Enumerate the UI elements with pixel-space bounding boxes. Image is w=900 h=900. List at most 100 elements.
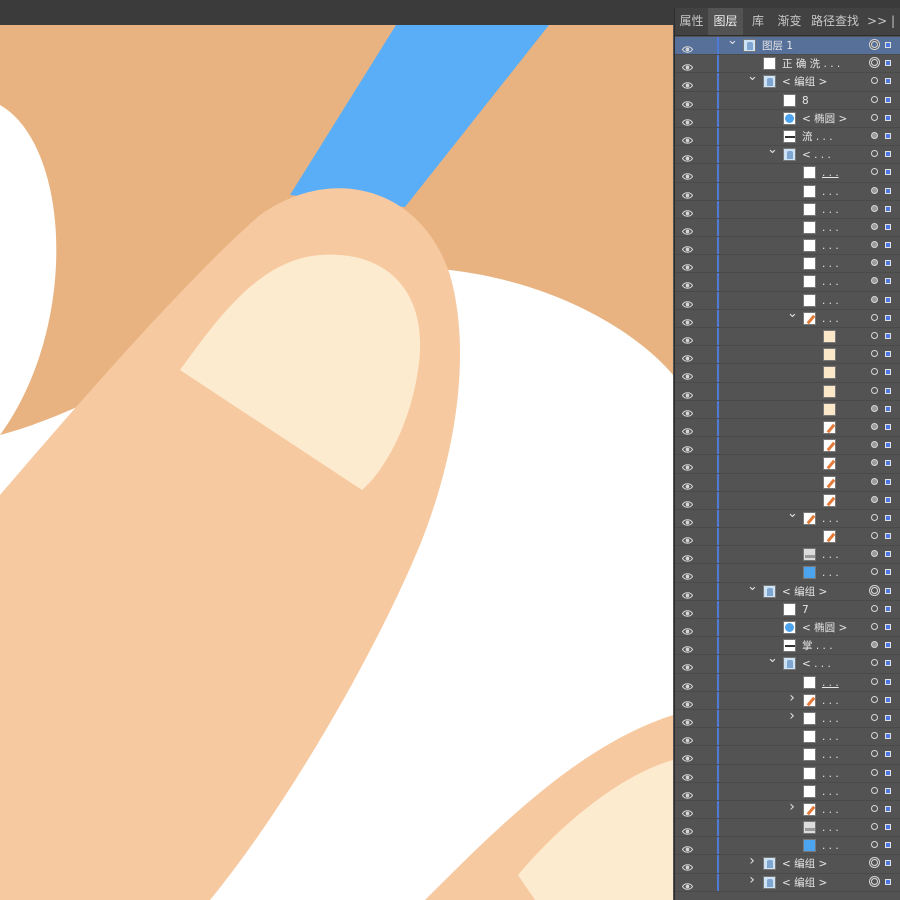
- selection-square-icon[interactable]: [885, 624, 891, 630]
- target-circle-icon[interactable]: [871, 186, 878, 194]
- visibility-eye-icon[interactable]: [681, 549, 694, 563]
- visibility-eye-icon[interactable]: [681, 276, 694, 290]
- layer-name[interactable]: . . .: [822, 837, 839, 855]
- visibility-eye-icon[interactable]: [681, 858, 694, 872]
- target-circle-icon[interactable]: [871, 241, 878, 249]
- layer-name[interactable]: . . .: [822, 164, 839, 182]
- selection-square-icon[interactable]: [885, 696, 891, 703]
- selection-square-icon[interactable]: [885, 769, 891, 776]
- expand-chevron-icon[interactable]: ›: [747, 873, 757, 887]
- layer-row[interactable]: . . .: [675, 273, 900, 292]
- tab-pathfinder[interactable]: 路径查找器: [806, 8, 864, 35]
- visibility-eye-icon[interactable]: [681, 113, 694, 126]
- layer-name[interactable]: . . .: [822, 765, 839, 783]
- layer-name[interactable]: . . .: [822, 746, 839, 764]
- layer-row[interactable]: . . .: [675, 673, 900, 692]
- selection-square-icon[interactable]: [885, 42, 891, 48]
- selection-square-icon[interactable]: [885, 533, 891, 540]
- target-circle-icon[interactable]: [871, 532, 878, 540]
- visibility-eye-icon[interactable]: [681, 204, 694, 217]
- collapse-chevron-icon[interactable]: ⌄: [767, 143, 778, 156]
- layer-name[interactable]: . . .: [822, 692, 839, 710]
- target-circle-icon[interactable]: [871, 768, 878, 776]
- layer-name[interactable]: . . .: [822, 292, 839, 310]
- visibility-eye-icon[interactable]: [681, 367, 694, 381]
- layer-row[interactable]: < 椭圆 >: [675, 619, 900, 638]
- selection-square-icon[interactable]: [885, 442, 891, 449]
- target-circle-icon[interactable]: [871, 641, 878, 649]
- target-circle-icon[interactable]: [871, 495, 878, 503]
- layer-name[interactable]: 正 确 洗 . . .: [782, 55, 840, 73]
- selection-square-icon[interactable]: [885, 733, 891, 740]
- target-circle-icon[interactable]: [871, 677, 878, 685]
- visibility-eye-icon[interactable]: [681, 58, 694, 71]
- layer-row[interactable]: [675, 528, 900, 547]
- collapse-chevron-icon[interactable]: ⌄: [767, 652, 778, 665]
- visibility-eye-icon[interactable]: [681, 713, 694, 726]
- layer-row[interactable]: 7: [675, 600, 900, 619]
- selection-square-icon[interactable]: [885, 387, 891, 394]
- selection-square-icon[interactable]: [885, 478, 891, 485]
- visibility-eye-icon[interactable]: [681, 495, 694, 508]
- layer-name[interactable]: . . .: [822, 801, 839, 819]
- layer-row[interactable]: [675, 328, 900, 347]
- selection-square-icon[interactable]: [885, 714, 891, 721]
- layer-row[interactable]: ⌄ < 编组 >: [675, 70, 900, 92]
- layer-name[interactable]: . . .: [822, 728, 839, 746]
- layer-row[interactable]: ⌄ . . .: [675, 507, 900, 529]
- layer-row[interactable]: ⌄ < . . .: [675, 652, 900, 674]
- layer-name[interactable]: < 编组 >: [782, 73, 827, 91]
- layer-name[interactable]: . . .: [822, 819, 839, 837]
- target-circle-icon[interactable]: [871, 422, 878, 430]
- visibility-eye-icon[interactable]: [681, 240, 694, 253]
- tab-libraries[interactable]: 库: [743, 8, 773, 35]
- visibility-eye-icon[interactable]: [681, 822, 694, 835]
- layer-row[interactable]: 掌 . . .: [675, 637, 900, 656]
- visibility-eye-icon[interactable]: [681, 404, 694, 417]
- selection-square-icon[interactable]: [885, 96, 891, 103]
- layer-name[interactable]: 图层 1: [762, 37, 793, 55]
- layer-row[interactable]: . . .: [675, 746, 900, 765]
- target-circle-icon[interactable]: [871, 368, 878, 376]
- target-circle-icon[interactable]: [871, 150, 878, 158]
- layer-name[interactable]: < 编组 >: [782, 583, 827, 601]
- target-circle-icon[interactable]: [871, 295, 878, 303]
- layer-row[interactable]: [675, 473, 900, 492]
- visibility-eye-icon[interactable]: [681, 567, 694, 581]
- target-circle-icon[interactable]: [871, 259, 878, 267]
- visibility-eye-icon[interactable]: [681, 40, 694, 53]
- target-circle-icon[interactable]: [871, 823, 878, 831]
- target-circle-icon[interactable]: [871, 604, 878, 612]
- selection-square-icon[interactable]: [885, 805, 891, 812]
- expand-chevron-icon[interactable]: ›: [787, 691, 797, 705]
- selection-square-icon[interactable]: [885, 169, 891, 176]
- selection-square-icon[interactable]: [885, 751, 891, 758]
- layer-name[interactable]: 流 . . .: [802, 128, 833, 146]
- layer-name[interactable]: . . .: [822, 183, 839, 201]
- collapse-chevron-icon[interactable]: ⌄: [787, 507, 798, 520]
- layer-name[interactable]: < 椭圆 >: [802, 619, 847, 637]
- visibility-eye-icon[interactable]: [681, 331, 694, 344]
- target-circle-icon[interactable]: [871, 168, 878, 176]
- visibility-eye-icon[interactable]: [681, 749, 694, 763]
- target-circle-icon[interactable]: [871, 41, 878, 48]
- target-circle-icon[interactable]: [871, 59, 878, 67]
- visibility-eye-icon[interactable]: [681, 768, 694, 781]
- layer-name[interactable]: . . .: [822, 273, 839, 291]
- selection-square-icon[interactable]: [885, 187, 891, 194]
- target-circle-icon[interactable]: [871, 804, 878, 812]
- selection-square-icon[interactable]: [885, 333, 891, 339]
- collapse-chevron-icon[interactable]: ⌄: [747, 70, 758, 83]
- selection-square-icon[interactable]: [885, 151, 891, 158]
- layer-name[interactable]: 掌 . . .: [802, 637, 833, 655]
- layer-name[interactable]: . . .: [822, 219, 839, 237]
- selection-square-icon[interactable]: [885, 242, 891, 249]
- expand-chevron-icon[interactable]: ›: [787, 709, 797, 723]
- visibility-eye-icon[interactable]: [681, 186, 694, 199]
- target-circle-icon[interactable]: [871, 841, 878, 849]
- target-circle-icon[interactable]: [871, 713, 878, 721]
- selection-square-icon[interactable]: [885, 787, 891, 794]
- visibility-eye-icon[interactable]: [681, 604, 694, 617]
- layer-row[interactable]: . . .: [675, 764, 900, 783]
- visibility-eye-icon[interactable]: [681, 313, 694, 326]
